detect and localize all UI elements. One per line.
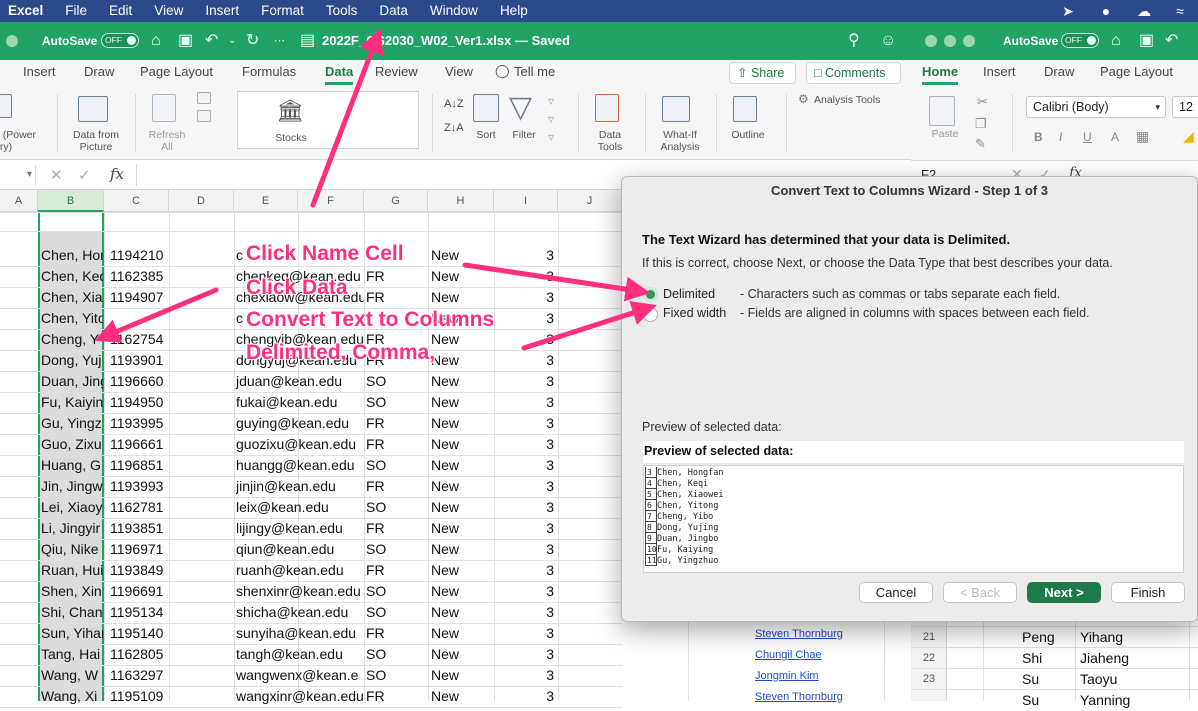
arrow-to-data-menu xyxy=(310,28,384,208)
annotation-step-4: Delimited, Comma, xyxy=(246,341,436,364)
arrow-to-fixed-width-option xyxy=(521,300,657,351)
annotation-step-1: Click Name Cell xyxy=(246,242,404,265)
arrow-to-name-column xyxy=(94,287,219,343)
arrow-to-delimited-option xyxy=(462,262,651,302)
annotation-step-3: Convert Text to Columns xyxy=(246,308,495,331)
annotation-step-2: Click Data xyxy=(246,276,348,299)
annotation-arrows xyxy=(94,28,657,351)
